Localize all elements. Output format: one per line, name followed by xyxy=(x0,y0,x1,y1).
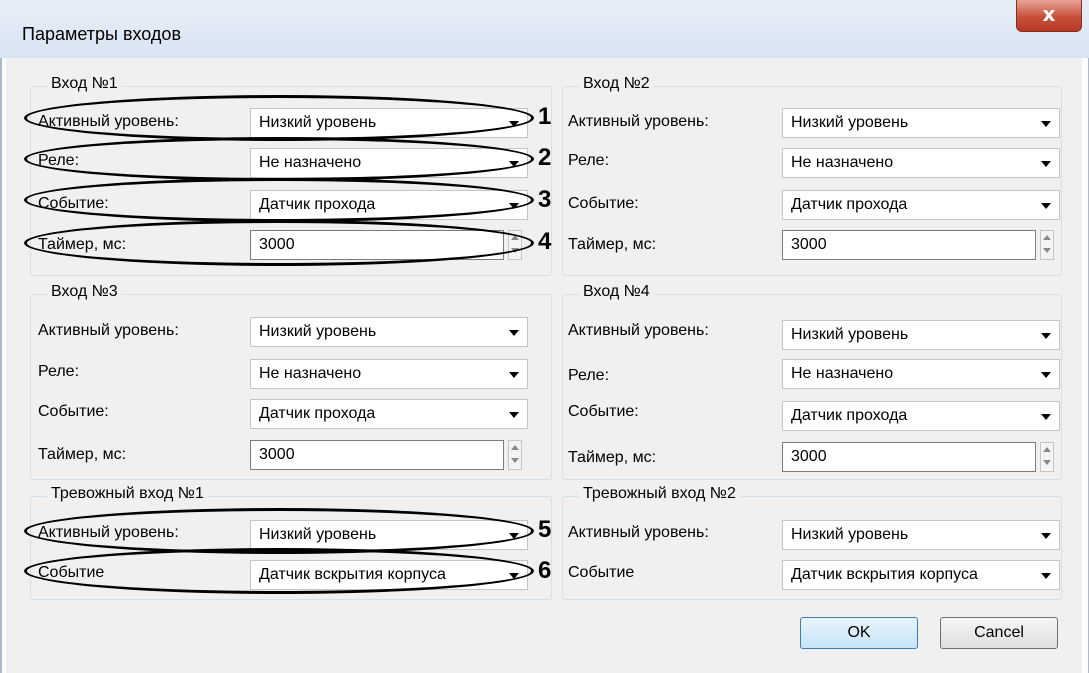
in2-event-select[interactable]: Датчик прохода xyxy=(782,190,1060,220)
chevron-down-icon xyxy=(509,330,519,336)
annotation-oval-1 xyxy=(24,95,534,141)
window-title: Параметры входов xyxy=(22,24,182,44)
alarm2-active-level-select[interactable]: Низкий уровень xyxy=(782,520,1060,550)
in4-timer-value: 3000 xyxy=(791,448,827,465)
in4-active-level-value: Низкий уровень xyxy=(791,326,909,343)
cancel-button[interactable]: Cancel xyxy=(940,617,1058,649)
chevron-down-icon xyxy=(1041,203,1051,209)
in3-relay-select[interactable]: Не назначено xyxy=(250,359,528,389)
chevron-down-icon xyxy=(1041,533,1051,539)
spinner-arrows-icon[interactable] xyxy=(1040,442,1054,472)
annotation-number-6: 6 xyxy=(538,557,552,584)
in2-active-level-label: Активный уровень: xyxy=(568,113,709,130)
in2-relay-label: Реле: xyxy=(568,152,610,169)
annotation-number-4: 4 xyxy=(538,228,552,255)
chevron-down-icon xyxy=(1041,333,1051,339)
in3-timer-value: 3000 xyxy=(259,446,295,463)
chevron-down-icon xyxy=(1041,372,1051,378)
in4-event-label: Событие: xyxy=(568,403,639,420)
in3-active-level-select[interactable]: Низкий уровень xyxy=(250,317,528,347)
in4-active-level-label: Активный уровень: xyxy=(568,322,709,339)
in2-active-level-value: Низкий уровень xyxy=(791,114,909,131)
chevron-down-icon xyxy=(1041,121,1051,127)
in2-active-level-select[interactable]: Низкий уровень xyxy=(782,108,1060,138)
annotation-number-5: 5 xyxy=(538,516,552,543)
annotation-number-2: 2 xyxy=(538,144,552,171)
in3-event-value: Датчик прохода xyxy=(259,405,376,422)
close-button[interactable]: x xyxy=(1016,0,1082,32)
in4-relay-label: Реле: xyxy=(568,367,610,384)
spinner-arrows-icon[interactable] xyxy=(508,440,522,470)
alarm2-active-level-value: Низкий уровень xyxy=(791,526,909,543)
in2-relay-select[interactable]: Не назначено xyxy=(782,148,1060,178)
annotation-number-1: 1 xyxy=(538,103,552,130)
group-title-input-1: Вход №1 xyxy=(47,75,122,93)
group-title-input-4: Вход №4 xyxy=(579,283,654,301)
alarm2-event-label: Событие xyxy=(568,564,635,581)
in3-active-level-value: Низкий уровень xyxy=(259,323,377,340)
title-bar[interactable]: Параметры входов x xyxy=(0,0,1089,58)
in2-event-label: Событие: xyxy=(568,195,639,212)
chevron-down-icon xyxy=(509,372,519,378)
in4-relay-value: Не назначено xyxy=(791,365,894,382)
in4-timer-label: Таймер, мс: xyxy=(568,449,657,466)
in2-timer-value: 3000 xyxy=(791,236,827,253)
annotation-oval-4 xyxy=(24,220,534,266)
in3-active-level-label: Активный уровень: xyxy=(38,322,179,339)
group-title-alarm-input-1: Тревожный вход №1 xyxy=(47,485,208,503)
in3-timer-label: Таймер, мс: xyxy=(38,446,127,463)
in3-event-label: Событие: xyxy=(38,403,109,420)
in4-relay-select[interactable]: Не назначено xyxy=(782,359,1060,389)
group-title-input-3: Вход №3 xyxy=(47,283,122,301)
in4-active-level-select[interactable]: Низкий уровень xyxy=(782,320,1060,350)
in3-relay-value: Не назначено xyxy=(259,365,362,382)
annotation-number-3: 3 xyxy=(538,186,552,213)
in4-event-select[interactable]: Датчик прохода xyxy=(782,401,1060,431)
in3-timer-input[interactable]: 3000 xyxy=(250,440,504,470)
chevron-down-icon xyxy=(1041,573,1051,579)
in4-event-value: Датчик прохода xyxy=(791,407,908,424)
annotation-oval-3 xyxy=(24,178,534,222)
in2-relay-value: Не назначено xyxy=(791,154,894,171)
ok-button[interactable]: OK xyxy=(800,617,918,649)
chevron-down-icon xyxy=(509,412,519,418)
in2-timer-label: Таймер, мс: xyxy=(568,236,657,253)
spinner-arrows-icon[interactable] xyxy=(1040,230,1054,260)
in2-timer-spinner[interactable]: 3000 xyxy=(782,230,1060,260)
in4-timer-input[interactable]: 3000 xyxy=(782,442,1036,472)
chevron-down-icon xyxy=(1041,161,1051,167)
in2-event-value: Датчик прохода xyxy=(791,196,908,213)
group-title-input-2: Вход №2 xyxy=(579,75,654,93)
alarm2-active-level-label: Активный уровень: xyxy=(568,524,709,541)
in3-timer-spinner[interactable]: 3000 xyxy=(250,440,528,470)
annotation-oval-6 xyxy=(24,548,534,594)
in3-relay-label: Реле: xyxy=(38,363,80,380)
alarm2-event-value: Датчик вскрытия корпуса xyxy=(791,566,978,583)
in4-timer-spinner[interactable]: 3000 xyxy=(782,442,1060,472)
in3-event-select[interactable]: Датчик прохода xyxy=(250,399,528,429)
close-icon: x xyxy=(1042,2,1056,26)
group-title-alarm-input-2: Тревожный вход №2 xyxy=(579,485,740,503)
annotation-oval-2 xyxy=(24,137,534,181)
alarm2-event-select[interactable]: Датчик вскрытия корпуса xyxy=(782,560,1060,590)
chevron-down-icon xyxy=(1041,414,1051,420)
in2-timer-input[interactable]: 3000 xyxy=(782,230,1036,260)
